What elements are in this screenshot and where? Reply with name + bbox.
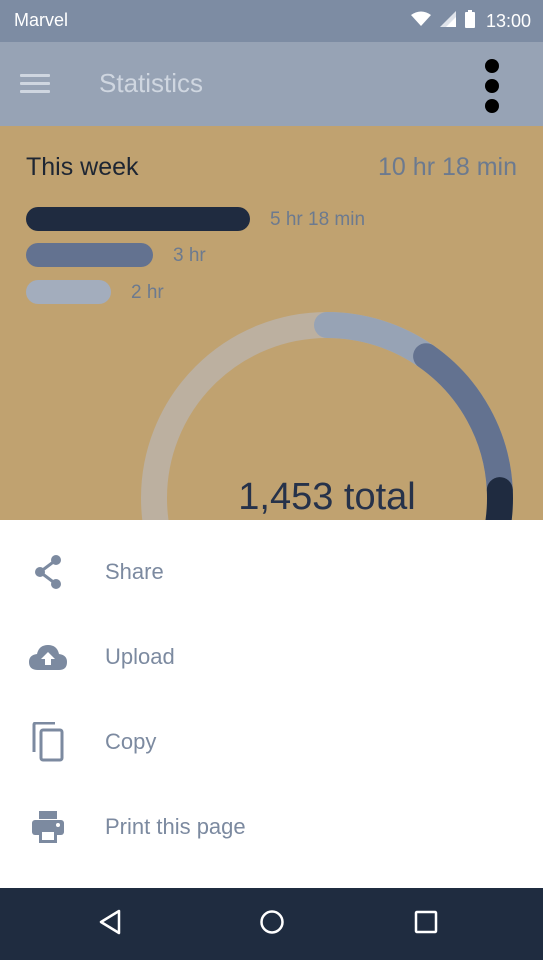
menu-button[interactable] (20, 62, 76, 106)
more-options-button[interactable] (474, 56, 510, 116)
share-icon (28, 552, 68, 592)
upload-menu-item[interactable]: Upload (0, 615, 543, 700)
copy-label: Copy (105, 729, 157, 754)
status-icons: 13:00 (410, 8, 531, 34)
recents-icon (414, 910, 438, 939)
donut-segment-2 (413, 343, 513, 504)
hamburger-menu-icon (20, 74, 50, 94)
recents-button[interactable] (404, 902, 448, 946)
status-bar: Marvel 13:00 (0, 0, 543, 42)
week-total: 10 hr 18 min (378, 153, 517, 181)
share-label: Share (105, 559, 164, 584)
back-icon (98, 909, 122, 940)
donut-segment-1 (314, 312, 440, 370)
wifi-icon (410, 11, 431, 32)
page-title: Statistics (99, 68, 204, 98)
home-button[interactable] (250, 902, 294, 946)
week-label: This week (26, 153, 139, 181)
back-button[interactable] (88, 902, 132, 946)
copy-menu-item[interactable]: Copy (0, 700, 543, 785)
print-menu-item[interactable]: Print this page (0, 785, 543, 870)
time-bar (26, 280, 111, 304)
time-bar-label: 3 hr (173, 245, 206, 266)
app-bar: Statistics (0, 42, 543, 126)
carrier-label: Marvel (14, 10, 69, 30)
upload-label: Upload (105, 644, 175, 669)
donut-total-label: 1,453 total (238, 476, 416, 518)
home-icon (259, 909, 285, 940)
print-label: Print this page (105, 814, 246, 839)
bottom-sheet: Share Upload Copy Print this page (0, 520, 543, 888)
cellular-signal-icon (439, 10, 456, 32)
time-bar-label: 5 hr 18 min (270, 209, 366, 230)
time-bar (26, 243, 153, 267)
system-nav-bar (0, 888, 543, 960)
copy-icon (28, 722, 68, 762)
print-icon (28, 807, 68, 847)
share-menu-item[interactable]: Share (0, 530, 543, 615)
stats-panel: This week 10 hr 18 min 5 hr 18 min 3 hr … (0, 126, 543, 520)
cloud-upload-icon (28, 637, 68, 677)
battery-icon (464, 9, 475, 33)
time-bar-label: 2 hr (131, 282, 164, 303)
clock: 13:00 (485, 10, 531, 31)
time-bar (26, 207, 250, 231)
donut-chart (141, 312, 513, 520)
